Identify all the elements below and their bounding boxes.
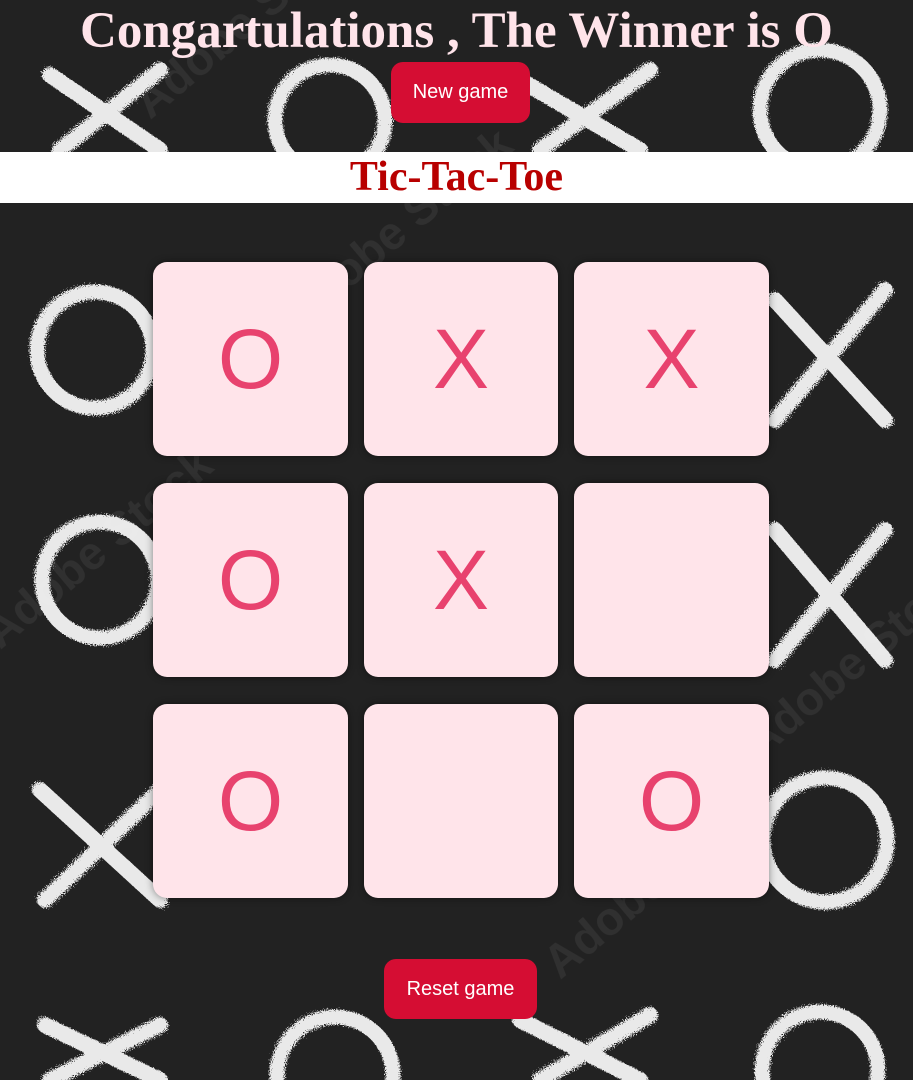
board-cell-7[interactable]: O <box>153 704 348 898</box>
page-title: Tic-Tac-Toe <box>349 154 564 200</box>
board-cell-4[interactable]: O <box>153 483 348 677</box>
winner-message: Congartulations , The Winner is O <box>80 3 833 59</box>
o-mark-decoration <box>754 1004 886 1080</box>
board-cell-9[interactable]: O <box>574 704 769 898</box>
board-cell-1[interactable]: O <box>153 262 348 456</box>
board-cell-6[interactable] <box>574 483 769 677</box>
board-cell-3[interactable]: X <box>574 262 769 456</box>
board-cell-5[interactable]: X <box>364 483 558 677</box>
o-mark-decoration <box>269 1009 401 1080</box>
board-cell-8[interactable] <box>364 704 558 898</box>
x-mark-decoration <box>32 782 168 908</box>
game-board: O X X O X O O <box>153 262 769 899</box>
new-game-button[interactable]: New game <box>391 62 530 123</box>
x-mark-decoration <box>767 282 893 428</box>
x-mark-decoration <box>512 1007 658 1080</box>
board-cell-2[interactable]: X <box>364 262 558 456</box>
o-mark-decoration <box>755 770 895 910</box>
x-mark-decoration <box>512 62 658 158</box>
o-mark-decoration <box>29 284 161 416</box>
title-bar: Tic-Tac-Toe <box>0 152 913 203</box>
reset-game-button[interactable]: Reset game <box>384 959 537 1019</box>
x-mark-decoration <box>37 1017 168 1080</box>
